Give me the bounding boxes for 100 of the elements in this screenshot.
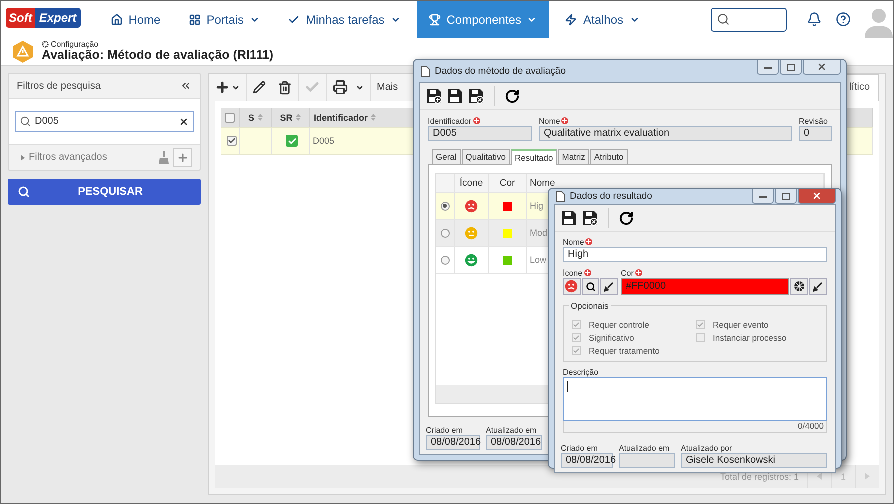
search-icon	[20, 116, 31, 127]
column-header[interactable]: SR	[280, 112, 293, 122]
tab[interactable]: Qualitativo	[462, 149, 510, 165]
radio-button[interactable]	[440, 202, 450, 210]
nav-icon	[428, 14, 441, 26]
radio-button[interactable]	[440, 228, 450, 238]
checkbox[interactable]	[572, 333, 581, 342]
minimize-button[interactable]	[752, 189, 774, 204]
text-field[interactable]: Gisele Kosenkowski	[681, 453, 827, 468]
face-icon	[565, 280, 578, 293]
field-label: Identificador	[428, 116, 472, 126]
checkbox[interactable]	[696, 320, 705, 329]
maximize-icon	[782, 192, 790, 200]
column-header[interactable]: S	[248, 112, 254, 122]
search-icon	[18, 186, 30, 198]
refresh-icon[interactable]	[505, 88, 520, 104]
close-icon	[817, 62, 827, 72]
search-button[interactable]: PESQUISAR	[8, 179, 201, 205]
close-button[interactable]	[798, 189, 836, 204]
nav-item[interactable]: Minhas tarefas	[276, 1, 413, 38]
minimize-button[interactable]	[757, 60, 779, 75]
text-field[interactable]: 08/08/2016	[426, 435, 480, 450]
text-field[interactable]: Qualitative matrix evaluation	[539, 126, 792, 141]
bell-icon[interactable]	[807, 12, 822, 27]
check-icon[interactable]	[305, 80, 320, 95]
clear-icon[interactable]	[179, 116, 189, 126]
field-label: Criado em	[426, 426, 463, 434]
checkbox-label: Requer tratamento	[589, 346, 660, 356]
search-icon	[586, 282, 596, 292]
add-button[interactable]	[173, 148, 192, 167]
column-header[interactable]: Identificador	[314, 112, 368, 122]
nav-item[interactable]: Componentes	[416, 1, 550, 38]
more-menu[interactable]: Mais	[377, 82, 398, 93]
field-label: Revisão	[799, 116, 828, 126]
checkbox[interactable]	[696, 333, 705, 342]
edit-icon[interactable]	[253, 81, 266, 94]
nav-item[interactable]: Atalhos	[553, 1, 652, 38]
maximize-button[interactable]	[775, 189, 797, 204]
caret-icon[interactable]	[232, 84, 240, 92]
text-field[interactable]: 08/08/2016	[486, 435, 542, 450]
checkbox[interactable]	[572, 346, 581, 355]
advanced-filters-link[interactable]: Filtros avançados	[29, 152, 155, 163]
tab[interactable]: Geral	[432, 149, 461, 165]
maximize-button[interactable]	[780, 60, 802, 75]
tab[interactable]: Matriz	[558, 149, 590, 165]
add-icon[interactable]	[215, 80, 230, 95]
help-icon[interactable]	[836, 12, 851, 27]
breadcrumb[interactable]: Configuração	[42, 40, 274, 50]
face-icon	[465, 200, 478, 212]
tab[interactable]: Atributo	[590, 149, 628, 165]
left-arrow-icon	[817, 473, 822, 480]
broom-icon[interactable]	[159, 151, 169, 164]
right-arrow-icon	[865, 473, 870, 480]
close-button[interactable]	[803, 60, 841, 75]
check-icon	[228, 137, 236, 145]
radio-button[interactable]	[440, 256, 450, 264]
caret-icon[interactable]	[356, 84, 364, 92]
search-field[interactable]: D005	[15, 111, 194, 132]
face-icon	[465, 254, 478, 266]
nav-item[interactable]: Home	[98, 1, 173, 38]
character-counter: 0/4000	[798, 421, 824, 431]
nav-item[interactable]: Portais	[176, 1, 272, 38]
window-title: Dados do resultado	[570, 191, 652, 202]
text-field[interactable]: 0	[799, 126, 832, 141]
delete-icon[interactable]	[278, 80, 292, 94]
expand-icon[interactable]	[21, 154, 25, 160]
description-field[interactable]	[563, 377, 827, 421]
check-icon	[697, 320, 704, 328]
save-close-icon[interactable]	[468, 88, 484, 104]
collapse-icon[interactable]	[180, 80, 192, 92]
refresh-icon[interactable]	[619, 210, 634, 226]
save-icon[interactable]	[447, 88, 463, 104]
search-button[interactable]	[582, 278, 600, 295]
palette-button[interactable]	[790, 278, 808, 295]
nav-icon	[288, 14, 300, 26]
printer-icon[interactable]	[333, 80, 348, 95]
nav-icon	[188, 14, 201, 26]
select-all-checkbox[interactable]	[225, 112, 235, 122]
save-new-icon[interactable]	[426, 88, 442, 104]
checkbox-label: Requer controle	[589, 320, 650, 330]
clear-button[interactable]	[600, 278, 618, 295]
field-label: Criado em	[561, 444, 598, 452]
checkbox[interactable]	[572, 320, 581, 329]
column-header[interactable]: Cor	[500, 178, 516, 188]
color-field[interactable]: #FF0000	[621, 278, 789, 295]
text-field[interactable]: D005	[428, 126, 532, 141]
column-header[interactable]: Ícone	[460, 178, 484, 188]
save-close-icon[interactable]	[582, 210, 598, 226]
text-field[interactable]: High	[563, 247, 827, 262]
selected-icon-button[interactable]	[563, 278, 581, 295]
clear-button[interactable]	[809, 278, 827, 295]
search-field[interactable]	[711, 8, 787, 32]
column-header[interactable]: Nome	[530, 178, 556, 188]
document-icon	[556, 191, 565, 202]
save-icon[interactable]	[561, 210, 577, 226]
text-field[interactable]	[619, 453, 675, 468]
tab[interactable]: Resultado	[510, 149, 558, 165]
table-cell: Mod	[530, 228, 548, 238]
field-label: Cor	[621, 268, 634, 278]
row-checkbox[interactable]	[226, 136, 236, 146]
